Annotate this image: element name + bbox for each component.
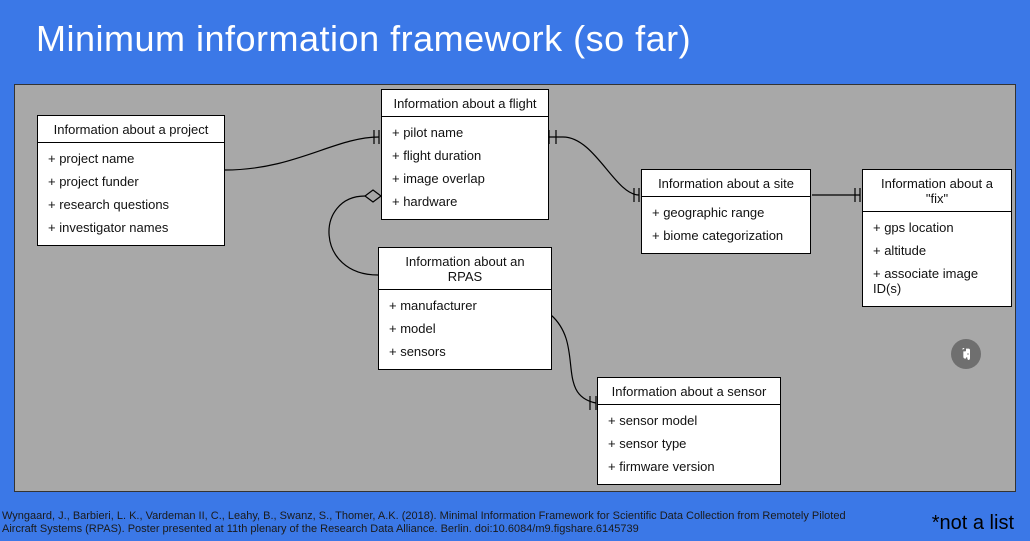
entity-title: Information about a site bbox=[642, 170, 810, 197]
entity-site: Information about a site + geographic ra… bbox=[641, 169, 811, 254]
entity-attr: + image overlap bbox=[392, 167, 538, 190]
entity-title: Information about a "fix" bbox=[863, 170, 1011, 212]
entity-attr: + sensor model bbox=[608, 409, 770, 432]
entity-attr: + sensor type bbox=[608, 432, 770, 455]
entity-attr: + geographic range bbox=[652, 201, 800, 224]
entity-fix: Information about a "fix" + gps location… bbox=[862, 169, 1012, 307]
entity-attr: + altitude bbox=[873, 239, 1001, 262]
entity-flight: Information about a flight + pilot name … bbox=[381, 89, 549, 220]
entity-attr: + pilot name bbox=[392, 121, 538, 144]
entity-attr: + hardware bbox=[392, 190, 538, 213]
entity-attr: + biome categorization bbox=[652, 224, 800, 247]
entity-title: Information about a project bbox=[38, 116, 224, 143]
entity-attr: + flight duration bbox=[392, 144, 538, 167]
entity-title: Information about a flight bbox=[382, 90, 548, 117]
entity-rpas: Information about an RPAS + manufacturer… bbox=[378, 247, 552, 370]
footnote-text: *not a list bbox=[932, 512, 1014, 535]
page-title: Minimum information framework (so far) bbox=[0, 0, 1030, 60]
diagram-canvas: Information about a project + project na… bbox=[14, 84, 1016, 492]
entity-attr: + project funder bbox=[48, 170, 214, 193]
entity-attr: + manufacturer bbox=[389, 294, 541, 317]
entity-attr: + firmware version bbox=[608, 455, 770, 478]
entity-title: Information about a sensor bbox=[598, 378, 780, 405]
entity-attr: + investigator names bbox=[48, 216, 214, 239]
entity-title: Information about an RPAS bbox=[379, 248, 551, 290]
entity-attr: + associate image ID(s) bbox=[873, 262, 1001, 300]
entity-attr: + gps location bbox=[873, 216, 1001, 239]
entity-attr: + model bbox=[389, 317, 541, 340]
entity-attr: + sensors bbox=[389, 340, 541, 363]
citation-text: Wyngaard, J., Barbieri, L. K., Vardeman … bbox=[2, 510, 872, 538]
entity-attr: + project name bbox=[48, 147, 214, 170]
entity-project: Information about a project + project na… bbox=[37, 115, 225, 246]
entity-sensor: Information about a sensor + sensor mode… bbox=[597, 377, 781, 485]
evernote-icon[interactable] bbox=[951, 339, 981, 369]
entity-attr: + research questions bbox=[48, 193, 214, 216]
